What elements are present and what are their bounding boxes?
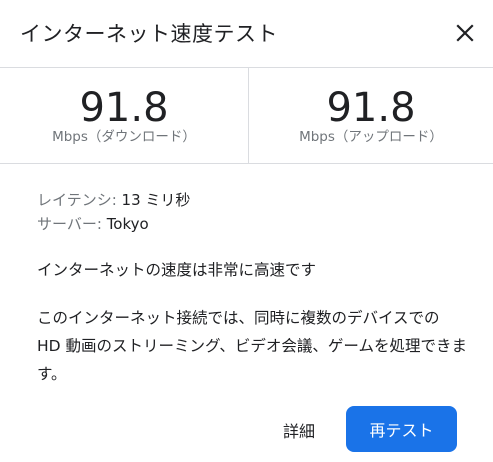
- server-label: サーバー:: [37, 215, 102, 233]
- server-value: Tokyo: [106, 215, 149, 233]
- test-meta: レイテンシ: 13 ミリ秒 サーバー: Tokyo: [37, 188, 190, 236]
- close-button[interactable]: [448, 16, 482, 50]
- server-row: サーバー: Tokyo: [37, 212, 190, 236]
- upload-result: 91.8 Mbps（アップロード）: [248, 68, 493, 163]
- dialog-header: インターネット速度テスト: [0, 0, 493, 68]
- upload-speed-unit: Mbps（アップロード）: [299, 129, 443, 145]
- download-speed-value: 91.8: [79, 85, 169, 131]
- latency-row: レイテンシ: 13 ミリ秒: [37, 188, 190, 212]
- speed-description: このインターネット接続では、同時に複数のデバイスでの HD 動画のストリーミング…: [37, 309, 467, 383]
- upload-speed-value: 91.8: [326, 85, 416, 131]
- speed-results: 91.8 Mbps（ダウンロード） 91.8 Mbps（アップロード）: [0, 68, 493, 164]
- details-button[interactable]: 詳細: [270, 408, 328, 452]
- dialog-title: インターネット速度テスト: [20, 22, 278, 46]
- latency-value: 13 ミリ秒: [121, 191, 191, 209]
- retest-button[interactable]: 再テスト: [346, 406, 457, 452]
- close-icon: [456, 24, 474, 42]
- speed-test-dialog: インターネット速度テスト 91.8 Mbps（ダウンロード） 91.8 Mbps…: [0, 0, 493, 462]
- speed-message: インターネットの速度は非常に高速です: [37, 261, 317, 279]
- latency-label: レイテンシ:: [37, 191, 117, 209]
- download-result: 91.8 Mbps（ダウンロード）: [0, 68, 248, 163]
- download-speed-unit: Mbps（ダウンロード）: [52, 129, 196, 145]
